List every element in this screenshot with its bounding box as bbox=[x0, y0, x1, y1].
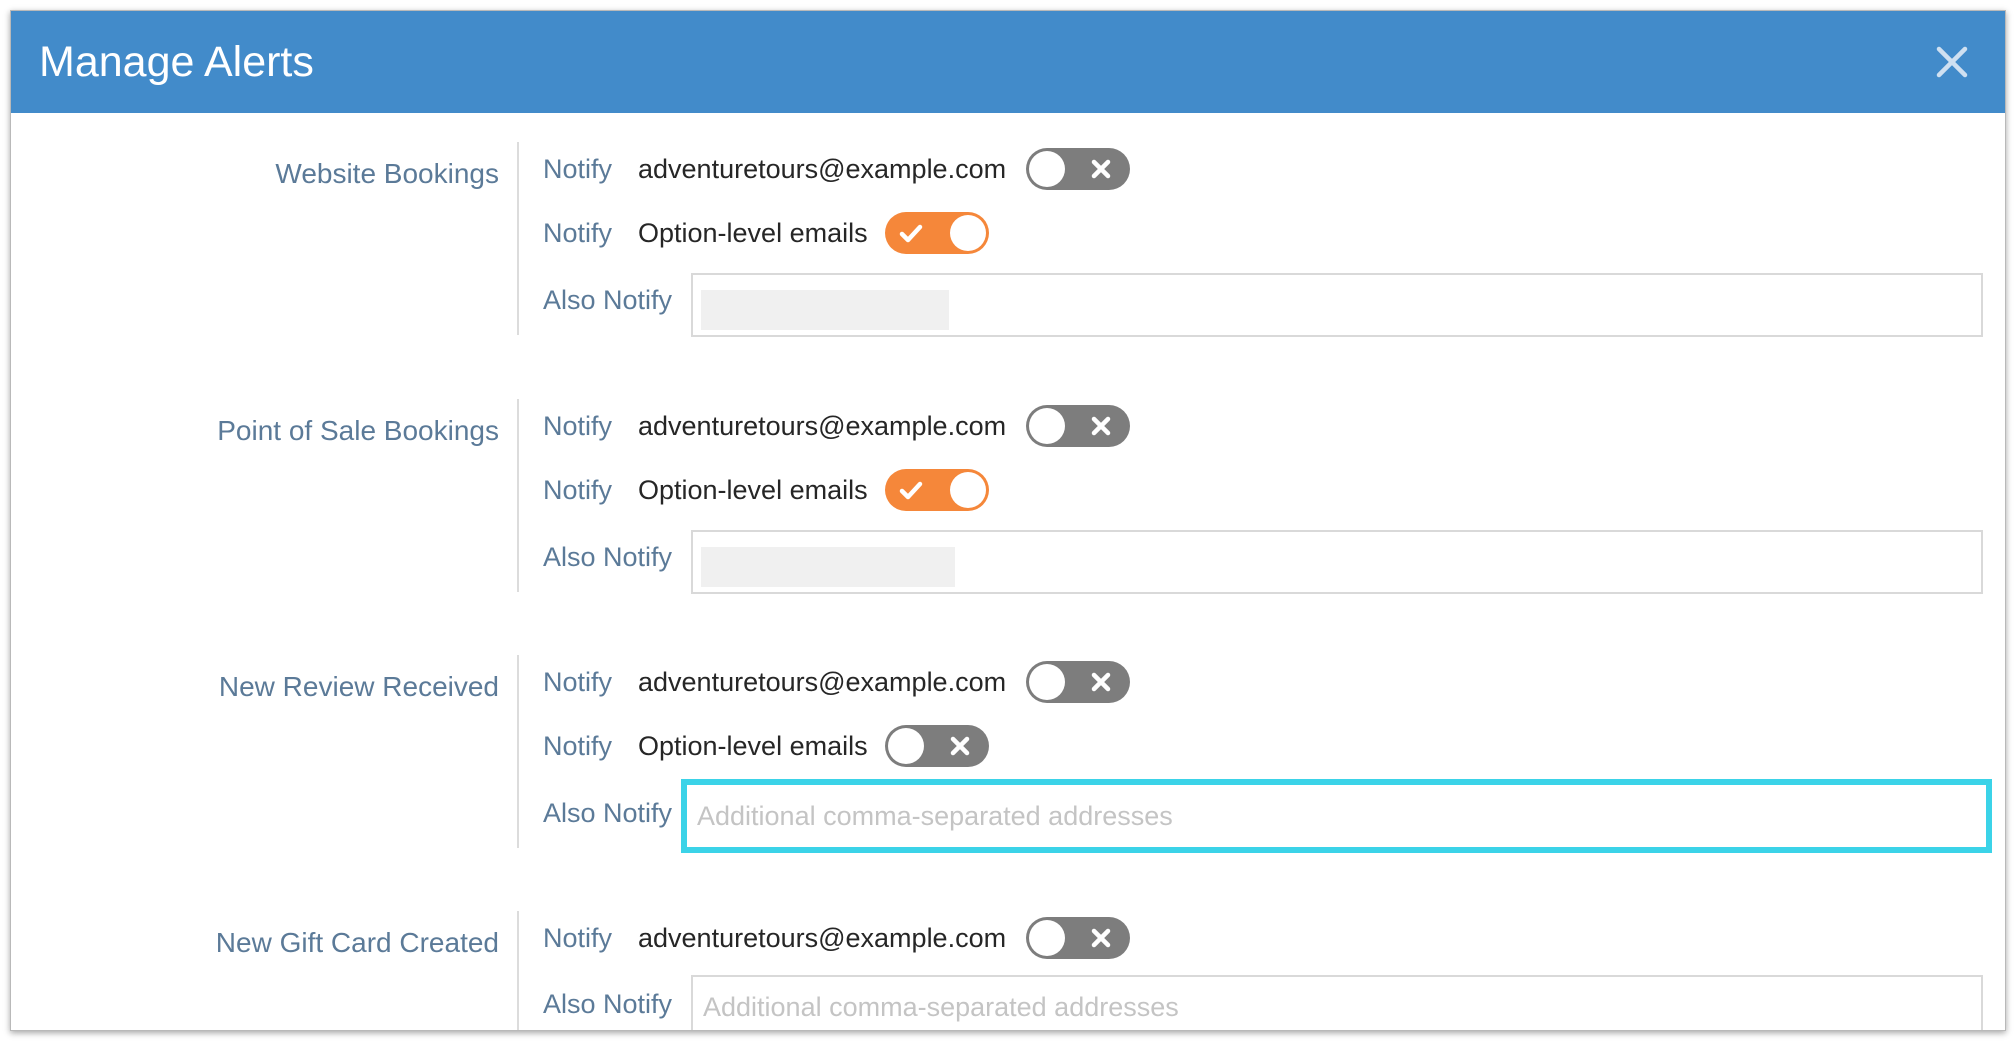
toggle-knob bbox=[1029, 408, 1065, 444]
notify-label: Notify bbox=[543, 411, 613, 441]
toggle-knob bbox=[1029, 664, 1065, 700]
also-notify-input[interactable] bbox=[693, 977, 1981, 1030]
toggle-knob bbox=[950, 215, 986, 251]
also-notify-field bbox=[691, 530, 1983, 594]
option-level-text: Option-level emails bbox=[638, 475, 868, 505]
also-notify-field bbox=[691, 975, 1983, 1030]
also-notify-label: Also Notify bbox=[543, 285, 673, 315]
option-notify-label: Notify bbox=[543, 218, 613, 248]
toggle-knob bbox=[1029, 151, 1065, 187]
section-divider bbox=[517, 399, 519, 592]
modal-header: Manage Alerts bbox=[11, 11, 2005, 113]
section-label: New Review Received bbox=[218, 671, 499, 702]
also-notify-input[interactable] bbox=[693, 275, 1981, 335]
also-notify-label: Also Notify bbox=[543, 798, 673, 828]
also-notify-label: Also Notify bbox=[543, 542, 673, 572]
section-new-gift-card-created: New Gift Card Created Notify adventureto… bbox=[11, 911, 2005, 1030]
section-divider bbox=[517, 142, 519, 335]
option-level-text: Option-level emails bbox=[638, 731, 868, 761]
section-website-bookings: Website Bookings Notify adventuretours@e… bbox=[11, 142, 2005, 348]
section-new-review-received: New Review Received Notify adventuretour… bbox=[11, 655, 2005, 861]
section-label: Point of Sale Bookings bbox=[217, 415, 499, 446]
close-icon[interactable] bbox=[1935, 45, 1969, 79]
modal-title: Manage Alerts bbox=[39, 38, 314, 86]
option-notify-label: Notify bbox=[543, 731, 613, 761]
section-divider bbox=[517, 655, 519, 848]
section-label: New Gift Card Created bbox=[215, 927, 499, 958]
x-icon bbox=[1091, 159, 1111, 179]
email-toggle[interactable] bbox=[1026, 661, 1130, 703]
notify-label: Notify bbox=[543, 154, 613, 184]
also-notify-label: Also Notify bbox=[543, 989, 673, 1019]
x-icon bbox=[1091, 928, 1111, 948]
manage-alerts-modal: Manage Alerts Website Bookings Notify ad… bbox=[10, 10, 2006, 1031]
notify-email: adventuretours@example.com bbox=[638, 411, 1007, 441]
check-icon bbox=[899, 224, 923, 243]
section-point-of-sale-bookings: Point of Sale Bookings Notify adventuret… bbox=[11, 399, 2005, 605]
x-icon bbox=[1091, 672, 1111, 692]
notify-email: adventuretours@example.com bbox=[638, 154, 1007, 184]
option-level-toggle[interactable] bbox=[885, 469, 989, 511]
email-toggle[interactable] bbox=[1026, 917, 1130, 959]
x-icon bbox=[1091, 416, 1111, 436]
notify-label: Notify bbox=[543, 667, 613, 697]
x-icon bbox=[950, 736, 970, 756]
toggle-knob bbox=[888, 728, 924, 764]
option-level-text: Option-level emails bbox=[638, 218, 868, 248]
option-level-toggle[interactable] bbox=[885, 725, 989, 767]
toggle-knob bbox=[950, 472, 986, 508]
section-divider bbox=[517, 911, 519, 1030]
option-level-toggle[interactable] bbox=[885, 212, 989, 254]
also-notify-field bbox=[681, 779, 1992, 853]
also-notify-input[interactable] bbox=[687, 785, 1986, 847]
section-label: Website Bookings bbox=[275, 158, 499, 189]
notify-email: adventuretours@example.com bbox=[638, 923, 1007, 953]
notify-email: adventuretours@example.com bbox=[638, 667, 1007, 697]
email-toggle[interactable] bbox=[1026, 148, 1130, 190]
toggle-knob bbox=[1029, 920, 1065, 956]
option-notify-label: Notify bbox=[543, 475, 613, 505]
also-notify-input[interactable] bbox=[693, 532, 1981, 592]
notify-label: Notify bbox=[543, 923, 613, 953]
email-toggle[interactable] bbox=[1026, 405, 1130, 447]
check-icon bbox=[899, 481, 923, 500]
also-notify-field bbox=[691, 273, 1983, 337]
